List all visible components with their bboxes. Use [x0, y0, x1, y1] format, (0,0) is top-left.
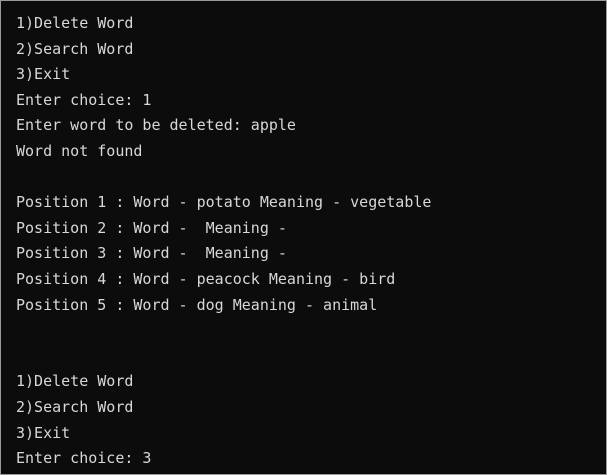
position-entry: Position 5 : Word - dog Meaning - animal	[16, 295, 378, 314]
choice-prompt: Enter choice: 3	[16, 449, 152, 468]
position-entry: Position 1 : Word - potato Meaning - veg…	[16, 193, 432, 212]
position-entry: Position 2 : Word - Meaning -	[16, 218, 287, 237]
menu-option-search: 2)Search Word	[16, 397, 134, 416]
delete-word-prompt: Enter word to be deleted: apple	[16, 116, 296, 135]
menu-option-delete: 1)Delete Word	[16, 372, 134, 391]
menu-option-search: 2)Search Word	[16, 39, 134, 58]
menu-option-exit: 3)Exit	[16, 423, 71, 442]
menu-option-exit: 3)Exit	[16, 65, 71, 84]
console-window: 1)Delete Word 2)Search Word 3)Exit Enter…	[0, 0, 607, 475]
console-output: 1)Delete Word 2)Search Word 3)Exit Enter…	[16, 11, 431, 472]
menu-option-delete: 1)Delete Word	[16, 14, 134, 32]
position-entry: Position 4 : Word - peacock Meaning - bi…	[16, 269, 396, 288]
status-message: Word not found	[16, 141, 143, 160]
position-entry: Position 3 : Word - Meaning -	[16, 244, 287, 263]
choice-prompt: Enter choice: 1	[16, 90, 152, 109]
